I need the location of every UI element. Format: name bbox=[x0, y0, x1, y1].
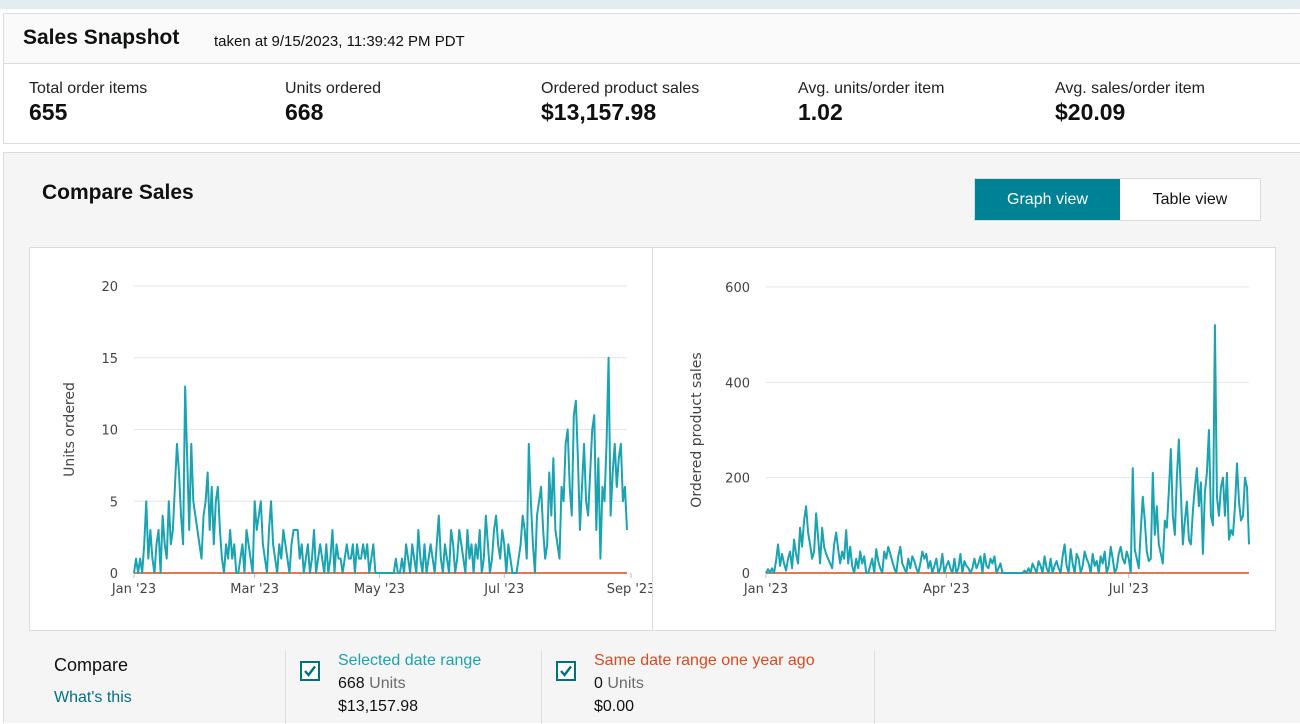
x-tick-label: Jul '23 bbox=[1108, 582, 1149, 597]
compare-sales-panel: Compare Sales Graph view Table view 0 5 10… bbox=[3, 152, 1300, 724]
series-line-selected-range bbox=[765, 324, 1250, 574]
graph-view-button[interactable]: Graph view bbox=[975, 179, 1120, 220]
metric-label: Units ordered bbox=[285, 80, 382, 97]
previous-year-checkbox[interactable] bbox=[556, 661, 576, 681]
selected-range-checkbox[interactable] bbox=[300, 661, 320, 681]
metric-label: Avg. units/order item bbox=[798, 80, 945, 97]
legend-previous-year-range: Same date range one year ago 0 Units $0.… bbox=[541, 651, 875, 724]
sales-snapshot-panel: Sales Snapshot taken at 9/15/2023, 11:39… bbox=[3, 13, 1300, 144]
snapshot-timestamp: taken at 9/15/2023, 11:39:42 PM PDT bbox=[214, 33, 465, 50]
ordered-product-sales-chart: 0 200 400 600 Jan '23 Apr '23 Jul '23 Ordered p… bbox=[689, 281, 1250, 597]
metric-value: $20.09 bbox=[1055, 99, 1126, 125]
selected-range-name: Selected date range bbox=[338, 652, 482, 669]
top-strip bbox=[0, 0, 1300, 9]
x-tick-label: May '23 bbox=[354, 582, 405, 597]
metric-label: Total order items bbox=[29, 80, 148, 97]
selected-range-sales: $13,157.98 bbox=[338, 698, 419, 715]
legend-selected-range: Selected date range 668 Units $13,157.98 bbox=[285, 651, 541, 724]
y-axis-label: Ordered product sales bbox=[689, 352, 705, 507]
y-tick-label: 0 bbox=[110, 567, 118, 582]
metric-avg-units-per-order-item: Avg. units/order item 1.02 bbox=[798, 80, 944, 126]
x-tick-label: Apr '23 bbox=[923, 582, 970, 597]
x-tick-label: Jul '23 bbox=[483, 582, 524, 597]
x-tick-label: Jan '23 bbox=[111, 582, 156, 597]
metric-label: Avg. sales/order item bbox=[1055, 80, 1205, 97]
table-view-button[interactable]: Table view bbox=[1120, 179, 1260, 220]
previous-units-number: 0 bbox=[594, 675, 603, 692]
y-tick-label: 5 bbox=[110, 495, 118, 510]
y-tick-label: 600 bbox=[725, 281, 750, 296]
previous-year-range-name: Same date range one year ago bbox=[594, 652, 815, 669]
metric-value: 1.02 bbox=[798, 99, 843, 125]
y-tick-label: 200 bbox=[725, 472, 750, 487]
metric-value: 655 bbox=[29, 99, 68, 125]
metric-avg-sales-per-order-item: Avg. sales/order item $20.09 bbox=[1055, 80, 1205, 126]
y-tick-label: 20 bbox=[101, 280, 118, 295]
series-line-selected-range bbox=[133, 356, 628, 574]
metric-total-order-items: Total order items 655 bbox=[29, 80, 147, 126]
compare-legend: Compare What's this Selected date range … bbox=[4, 647, 1300, 724]
y-tick-label: 400 bbox=[725, 376, 750, 391]
metric-ordered-product-sales: Ordered product sales $13,157.98 bbox=[541, 80, 699, 126]
metric-value: 668 bbox=[285, 99, 324, 125]
metric-label: Ordered product sales bbox=[541, 80, 700, 97]
selected-units-number: 668 bbox=[338, 675, 365, 692]
charts-container: 0 5 10 15 20 Jan '23 Mar '23 May '23 Jul '23 Sep … bbox=[29, 247, 1276, 631]
metric-units-ordered: Units ordered 668 bbox=[285, 80, 381, 126]
legend-compare-label: Compare bbox=[54, 655, 129, 675]
view-toggle: Graph view Table view bbox=[974, 178, 1261, 221]
units-ordered-chart: 0 5 10 15 20 Jan '23 Mar '23 May '23 Jul '23 Sep … bbox=[62, 280, 652, 597]
previous-year-sales: $0.00 bbox=[594, 698, 635, 715]
whats-this-link[interactable]: What's this bbox=[54, 689, 132, 707]
x-tick-label: Sep '23 bbox=[607, 582, 652, 597]
y-tick-label: 15 bbox=[101, 352, 118, 367]
selected-range-units: 668 Units bbox=[338, 675, 406, 693]
previous-year-units: 0 Units bbox=[594, 675, 644, 693]
x-tick-label: Jan '23 bbox=[743, 582, 788, 597]
y-axis-label: Units ordered bbox=[62, 382, 78, 477]
x-tick-label: Mar '23 bbox=[230, 582, 279, 597]
y-tick-label: 10 bbox=[101, 424, 118, 439]
compare-sales-title: Compare Sales bbox=[42, 181, 194, 204]
snapshot-header: Sales Snapshot taken at 9/15/2023, 11:39… bbox=[4, 14, 1300, 64]
metric-value: $13,157.98 bbox=[541, 99, 657, 125]
checkmark-icon bbox=[304, 665, 316, 677]
selected-units-word: Units bbox=[369, 675, 406, 692]
snapshot-title: Sales Snapshot bbox=[23, 26, 180, 49]
y-tick-label: 0 bbox=[742, 567, 750, 582]
checkmark-icon bbox=[560, 665, 572, 677]
previous-units-word: Units bbox=[607, 675, 644, 692]
